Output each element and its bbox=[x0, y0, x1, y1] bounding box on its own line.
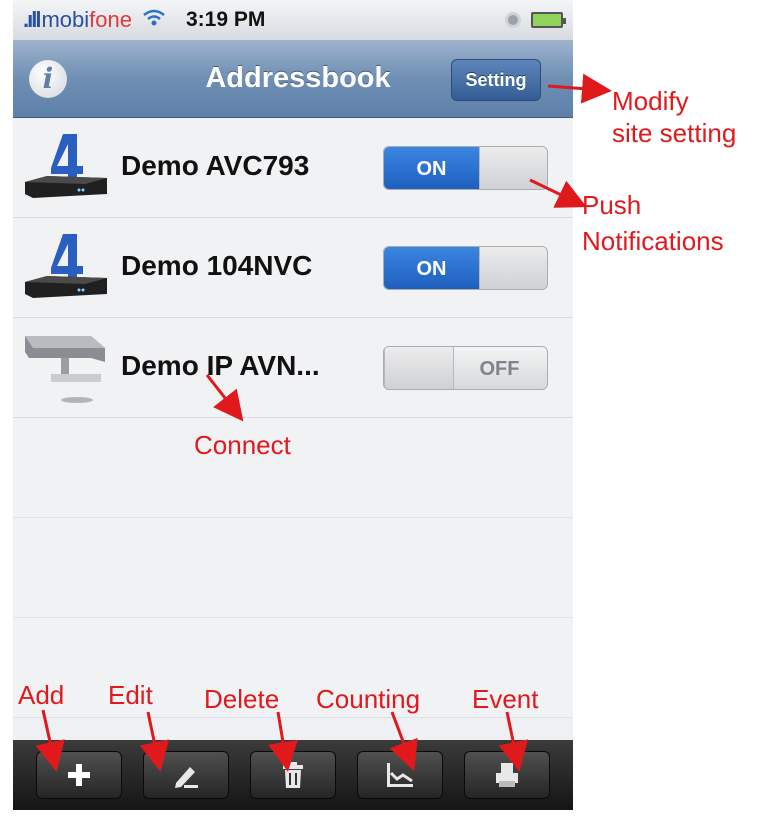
site-name: Demo IP AVN... bbox=[121, 350, 320, 381]
annotation-connect: Connect bbox=[194, 430, 291, 460]
navigation-bar: i Addressbook Setting bbox=[13, 40, 573, 118]
site-row[interactable]: Demo 104NVC ON bbox=[13, 218, 573, 318]
delete-button[interactable] bbox=[249, 751, 336, 799]
counting-button[interactable] bbox=[357, 751, 444, 799]
annotation-edit: Edit bbox=[108, 680, 153, 710]
info-icon[interactable]: i bbox=[29, 60, 67, 98]
rotation-lock-icon bbox=[505, 12, 521, 28]
site-name: Demo 104NVC bbox=[121, 250, 313, 281]
pencil-icon bbox=[174, 767, 198, 788]
printer-icon bbox=[496, 763, 519, 787]
screenshot-stage: .ıll mobifone 3:19 PM i Addressbook Sett… bbox=[0, 0, 771, 831]
site-row[interactable]: Demo IP AVN... OFF bbox=[13, 318, 573, 418]
switch-state-label: ON bbox=[384, 147, 479, 189]
annotation-modify-line1: Modify bbox=[612, 86, 689, 116]
dvr-recorder-icon bbox=[21, 128, 111, 208]
carrier-name: mobifone bbox=[41, 7, 132, 33]
wifi-icon bbox=[142, 7, 166, 33]
clock-time: 3:19 PM bbox=[185, 8, 266, 31]
add-button[interactable] bbox=[35, 751, 122, 799]
status-bar: .ıll mobifone 3:19 PM bbox=[13, 0, 573, 40]
push-notification-switch[interactable]: ON bbox=[383, 246, 548, 290]
edit-button[interactable] bbox=[142, 751, 229, 799]
annotation-add: Add bbox=[18, 680, 65, 710]
switch-knob bbox=[479, 147, 547, 189]
page-title: Addressbook bbox=[205, 62, 391, 94]
dvr-recorder-icon bbox=[21, 228, 111, 308]
annotation-modify-line2: site setting bbox=[612, 118, 737, 148]
switch-state-label: OFF bbox=[479, 358, 520, 380]
switch-knob bbox=[384, 347, 454, 389]
annotation-push-line1: Push bbox=[582, 190, 642, 220]
empty-list-row bbox=[13, 418, 573, 518]
site-name: Demo AVC793 bbox=[121, 150, 310, 181]
push-notification-switch[interactable]: OFF bbox=[383, 346, 548, 390]
status-bar-right bbox=[505, 12, 566, 28]
annotation-event: Event bbox=[472, 684, 539, 714]
carrier-name-part1: mobi bbox=[41, 7, 90, 32]
annotation-counting: Counting bbox=[316, 684, 421, 714]
annotation-delete: Delete bbox=[204, 684, 280, 714]
bottom-toolbar bbox=[13, 740, 573, 810]
signal-strength-icon: .ıll bbox=[23, 7, 42, 32]
site-list: Demo AVC793 ON Demo 104NVC ON Demo IP AV… bbox=[13, 118, 573, 718]
carrier-name-part2: fone bbox=[89, 7, 132, 32]
ip-camera-icon bbox=[21, 328, 111, 408]
empty-list-row bbox=[13, 518, 573, 618]
setting-button[interactable]: Setting bbox=[451, 59, 541, 101]
push-notification-switch[interactable]: ON bbox=[383, 146, 548, 190]
plus-icon bbox=[67, 764, 90, 786]
chart-line-icon bbox=[387, 763, 414, 787]
event-button[interactable] bbox=[464, 751, 551, 799]
trash-icon bbox=[282, 762, 303, 788]
battery-charging-icon bbox=[531, 12, 566, 28]
switch-knob bbox=[479, 247, 547, 289]
annotation-push-line2: Notifications bbox=[582, 226, 724, 256]
switch-state-label: ON bbox=[384, 247, 479, 289]
site-row[interactable]: Demo AVC793 ON bbox=[13, 118, 573, 218]
